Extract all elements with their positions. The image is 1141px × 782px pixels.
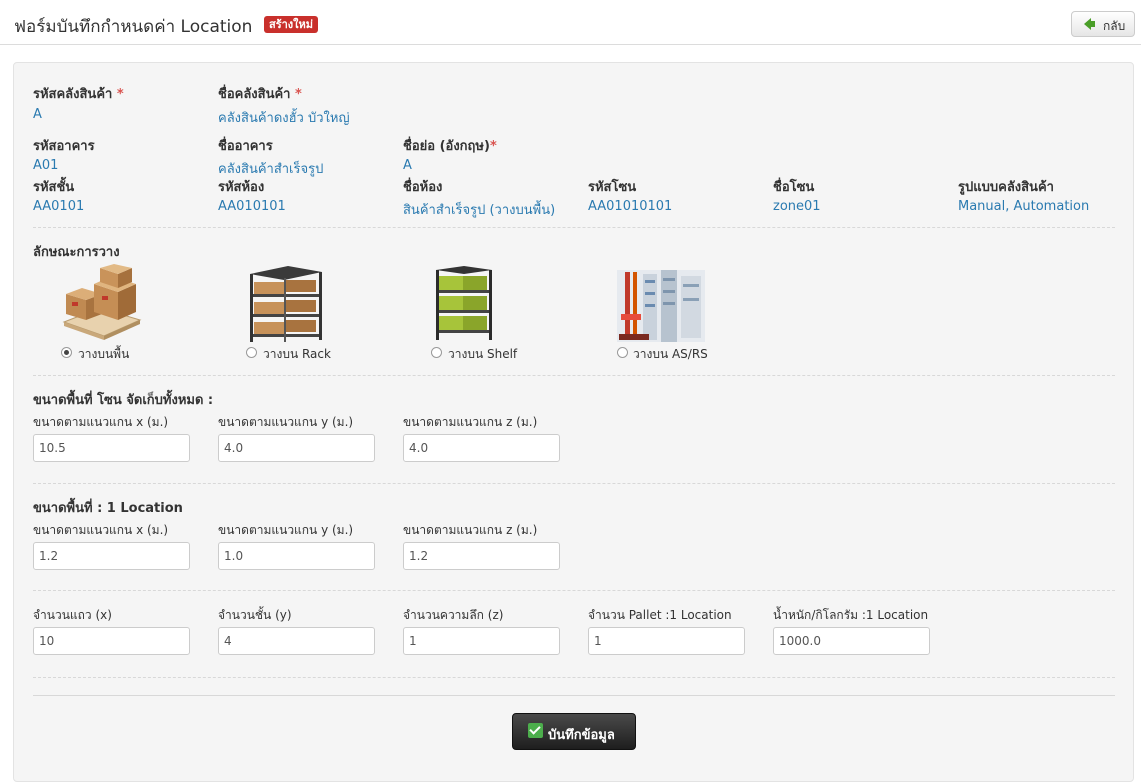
warehouse-type-label: รูปแบบคลังสินค้า: [958, 180, 1054, 195]
location-size-heading: ขนาดพื้นที่ : 1 Location: [33, 501, 183, 516]
placement-option-rack-label: วางบน Rack: [263, 347, 331, 361]
check-icon: [528, 723, 543, 738]
location-x-label: ขนาดตามแนวแกน x (ม.): [33, 523, 169, 537]
placement-radio-asrs[interactable]: [617, 347, 628, 358]
weight-input[interactable]: [773, 627, 930, 655]
room-name-value: สินค้าสำเร็จรูป (วางบนพื้น): [403, 203, 556, 218]
page-header: ฟอร์มบันทึกกำหนดค่า Location สร้างใหม่ ก…: [0, 0, 1141, 45]
building-abbr-label: ชื่อย่อ (อังกฤษ)*: [403, 139, 497, 154]
location-x-input[interactable]: [33, 542, 190, 570]
asrs-icon: [617, 270, 705, 342]
placement-radio-rack[interactable]: [246, 347, 257, 358]
placement-label: ลักษณะการวาง: [33, 245, 120, 260]
weight-label: น้ำหนัก/กิโลกรัม :1 Location: [773, 608, 929, 622]
zone-x-label: ขนาดตามแนวแกน x (ม.): [33, 415, 169, 429]
zone-z-input[interactable]: [403, 434, 560, 462]
floor-pallet-icon: [62, 264, 142, 340]
zone-y-input[interactable]: [218, 434, 375, 462]
rows-input[interactable]: [33, 627, 190, 655]
building-name-label: ชื่ออาคาร: [218, 139, 273, 154]
back-button-label: กลับ: [1103, 19, 1126, 33]
divider: [33, 483, 1115, 484]
room-code-value: AA010101: [218, 199, 286, 214]
form-actions-divider: [33, 695, 1115, 696]
divider: [33, 227, 1115, 228]
back-button[interactable]: กลับ: [1071, 11, 1135, 37]
placement-radio-floor[interactable]: [61, 347, 72, 358]
zone-name-label: ชื่อโซน: [773, 180, 815, 195]
divider: [33, 375, 1115, 376]
placement-option-shelf-label: วางบน Shelf: [448, 347, 518, 361]
building-code-label: รหัสอาคาร: [33, 139, 95, 154]
warehouse-code-label: รหัสคลังสินค้า *: [33, 87, 124, 102]
location-z-input[interactable]: [403, 542, 560, 570]
divider: [33, 677, 1115, 678]
location-z-label: ขนาดตามแนวแกน z (ม.): [403, 523, 538, 537]
warehouse-type-value: Manual, Automation: [958, 199, 1090, 214]
depth-input[interactable]: [403, 627, 560, 655]
placement-option-asrs-label: วางบน AS/RS: [633, 347, 708, 361]
warehouse-name-label: ชื่อคลังสินค้า *: [218, 87, 302, 102]
building-code-value: A01: [33, 158, 59, 173]
depth-label: จำนวนความลึก (z): [403, 608, 504, 622]
zone-name-value: zone01: [773, 199, 821, 214]
zone-code-value: AA01010101: [588, 199, 673, 214]
building-abbr-value: A: [403, 158, 412, 173]
zone-code-label: รหัสโซน: [588, 180, 637, 195]
save-button-label: บันทึกข้อมูล: [548, 728, 615, 743]
floor-code-label: รหัสชั้น: [33, 180, 75, 195]
warehouse-code-value: A: [33, 107, 42, 122]
shelf-icon: [436, 266, 492, 340]
location-y-input[interactable]: [218, 542, 375, 570]
room-code-label: รหัสห้อง: [218, 180, 265, 195]
room-name-label: ชื่อห้อง: [403, 180, 443, 195]
levels-label: จำนวนชั้น (y): [218, 608, 292, 622]
warehouse-name-value: คลังสินค้าดงฮั้ว บัวใหญ่: [218, 111, 350, 126]
rows-label: จำนวนแถว (x): [33, 608, 112, 622]
pallet-label: จำนวน Pallet :1 Location: [588, 608, 732, 622]
save-button[interactable]: บันทึกข้อมูล: [512, 713, 636, 750]
pallet-input[interactable]: [588, 627, 745, 655]
page-title: ฟอร์มบันทึกกำหนดค่า Location: [14, 17, 253, 37]
status-badge: สร้างใหม่: [264, 16, 319, 33]
zone-y-label: ขนาดตามแนวแกน y (ม.): [218, 415, 354, 429]
divider: [33, 590, 1115, 591]
zone-size-heading: ขนาดพื้นที่ โซน จัดเก็บทั้งหมด :: [33, 393, 214, 408]
levels-input[interactable]: [218, 627, 375, 655]
zone-z-label: ขนาดตามแนวแกน z (ม.): [403, 415, 538, 429]
floor-code-value: AA0101: [33, 199, 85, 214]
location-y-label: ขนาดตามแนวแกน y (ม.): [218, 523, 354, 537]
form-panel: [13, 62, 1134, 782]
rack-icon: [250, 266, 322, 342]
placement-radio-shelf[interactable]: [431, 347, 442, 358]
zone-x-input[interactable]: [33, 434, 190, 462]
placement-option-floor-label: วางบนพื้น: [78, 347, 130, 361]
back-arrow-icon: [1084, 18, 1095, 30]
